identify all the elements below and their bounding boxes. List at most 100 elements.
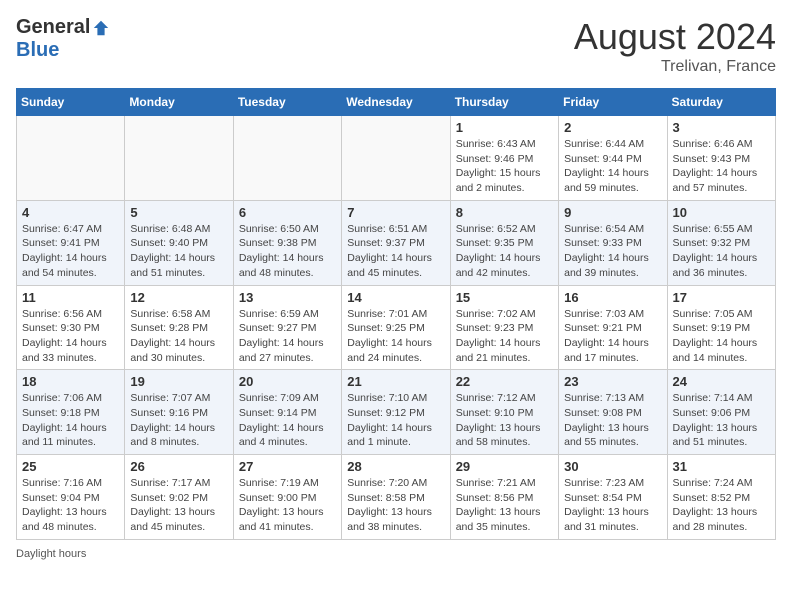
calendar-day-cell: 21 Sunrise: 7:10 AMSunset: 9:12 PMDayligh… bbox=[342, 370, 450, 455]
calendar-day-header: Saturday bbox=[667, 89, 775, 116]
calendar-day-cell: 29Sunrise: 7:21 AMSunset: 8:56 PMDayligh… bbox=[450, 455, 558, 540]
day-number: 16 bbox=[564, 290, 661, 305]
calendar-day-cell: 19Sunrise: 7:07 AMSunset: 9:16 PMDayligh… bbox=[125, 370, 233, 455]
calendar-day-cell: 22 Sunrise: 7:12 AMSunset: 9:10 PMDayligh… bbox=[450, 370, 558, 455]
day-info: Sunrise: 7:10 AMSunset: 9:12 PMDaylight:… bbox=[347, 391, 444, 450]
calendar-day-cell: 25Sunrise: 7:16 AMSunset: 9:04 PMDayligh… bbox=[17, 455, 125, 540]
day-number: 5 bbox=[130, 205, 227, 220]
day-info: Sunrise: 6:59 AMSunset: 9:27 PMDaylight:… bbox=[239, 307, 336, 366]
calendar-week-row: 18Sunrise: 7:06 AMSunset: 9:18 PMDayligh… bbox=[17, 370, 776, 455]
calendar-week-row: 25Sunrise: 7:16 AMSunset: 9:04 PMDayligh… bbox=[17, 455, 776, 540]
day-number: 15 bbox=[456, 290, 553, 305]
day-number: 20 bbox=[239, 374, 336, 389]
day-number: 1 bbox=[456, 120, 553, 135]
calendar-day-cell bbox=[17, 116, 125, 201]
day-info: Sunrise: 7:21 AMSunset: 8:56 PMDaylight:… bbox=[456, 476, 553, 535]
day-number: 11 bbox=[22, 290, 119, 305]
day-info: Sunrise: 7:14 AMSunset: 9:06 PMDaylight:… bbox=[673, 391, 770, 450]
day-info: Sunrise: 7:13 AMSunset: 9:08 PMDaylight:… bbox=[564, 391, 661, 450]
day-info: Sunrise: 7:01 AMSunset: 9:25 PMDaylight:… bbox=[347, 307, 444, 366]
day-number: 27 bbox=[239, 459, 336, 474]
calendar-day-cell: 10Sunrise: 6:55 AMSunset: 9:32 PMDayligh… bbox=[667, 200, 775, 285]
day-number: 21 bbox=[347, 374, 444, 389]
day-number: 26 bbox=[130, 459, 227, 474]
day-number: 18 bbox=[22, 374, 119, 389]
day-number: 8 bbox=[456, 205, 553, 220]
day-number: 14 bbox=[347, 290, 444, 305]
calendar-day-header: Wednesday bbox=[342, 89, 450, 116]
day-info: Sunrise: 7:17 AMSunset: 9:02 PMDaylight:… bbox=[130, 476, 227, 535]
day-info: Sunrise: 7:19 AMSunset: 9:00 PMDaylight:… bbox=[239, 476, 336, 535]
day-number: 31 bbox=[673, 459, 770, 474]
day-info: Sunrise: 6:50 AMSunset: 9:38 PMDaylight:… bbox=[239, 222, 336, 281]
day-info: Sunrise: 6:52 AMSunset: 9:35 PMDaylight:… bbox=[456, 222, 553, 281]
day-info: Sunrise: 7:16 AMSunset: 9:04 PMDaylight:… bbox=[22, 476, 119, 535]
day-info: Sunrise: 6:46 AMSunset: 9:43 PMDaylight:… bbox=[673, 137, 770, 196]
calendar-day-cell: 11 Sunrise: 6:56 AMSunset: 9:30 PMDayligh… bbox=[17, 285, 125, 370]
calendar-day-cell: 24 Sunrise: 7:14 AMSunset: 9:06 PMDayligh… bbox=[667, 370, 775, 455]
calendar-day-cell: 1 Sunrise: 6:43 AMSunset: 9:46 PMDaylight… bbox=[450, 116, 558, 201]
day-number: 28 bbox=[347, 459, 444, 474]
day-info: Sunrise: 6:56 AMSunset: 9:30 PMDaylight:… bbox=[22, 307, 119, 366]
calendar-day-header: Tuesday bbox=[233, 89, 341, 116]
calendar-day-cell: 20Sunrise: 7:09 AMSunset: 9:14 PMDayligh… bbox=[233, 370, 341, 455]
calendar-day-header: Sunday bbox=[17, 89, 125, 116]
day-number: 7 bbox=[347, 205, 444, 220]
footer-note: Daylight hours bbox=[16, 548, 776, 560]
calendar-day-cell: 6Sunrise: 6:50 AMSunset: 9:38 PMDaylight… bbox=[233, 200, 341, 285]
calendar-table: SundayMondayTuesdayWednesdayThursdayFrid… bbox=[16, 88, 776, 540]
day-info: Sunrise: 7:05 AMSunset: 9:19 PMDaylight:… bbox=[673, 307, 770, 366]
calendar-day-cell: 8 Sunrise: 6:52 AMSunset: 9:35 PMDaylight… bbox=[450, 200, 558, 285]
day-number: 22 bbox=[456, 374, 553, 389]
logo-general-text: General bbox=[16, 16, 90, 39]
calendar-day-cell: 3Sunrise: 6:46 AMSunset: 9:43 PMDaylight… bbox=[667, 116, 775, 201]
calendar-day-cell: 31 Sunrise: 7:24 AMSunset: 8:52 PMDayligh… bbox=[667, 455, 775, 540]
calendar-day-cell: 23 Sunrise: 7:13 AMSunset: 9:08 PMDayligh… bbox=[559, 370, 667, 455]
calendar-day-cell: 4 Sunrise: 6:47 AMSunset: 9:41 PMDaylight… bbox=[17, 200, 125, 285]
calendar-day-cell: 28 Sunrise: 7:20 AMSunset: 8:58 PMDayligh… bbox=[342, 455, 450, 540]
day-info: Sunrise: 6:47 AMSunset: 9:41 PMDaylight:… bbox=[22, 222, 119, 281]
day-info: Sunrise: 7:24 AMSunset: 8:52 PMDaylight:… bbox=[673, 476, 770, 535]
calendar-day-header: Thursday bbox=[450, 89, 558, 116]
logo: General Blue bbox=[16, 16, 110, 62]
logo-blue-text: Blue bbox=[16, 39, 59, 62]
calendar-day-cell: 7Sunrise: 6:51 AMSunset: 9:37 PMDaylight… bbox=[342, 200, 450, 285]
day-number: 19 bbox=[130, 374, 227, 389]
calendar-day-cell bbox=[233, 116, 341, 201]
calendar-day-cell: 17 Sunrise: 7:05 AMSunset: 9:19 PMDayligh… bbox=[667, 285, 775, 370]
day-number: 4 bbox=[22, 205, 119, 220]
day-info: Sunrise: 7:03 AMSunset: 9:21 PMDaylight:… bbox=[564, 307, 661, 366]
month-location: August 2024 Trelivan, France bbox=[574, 16, 776, 76]
day-info: Sunrise: 6:43 AMSunset: 9:46 PMDaylight:… bbox=[456, 137, 553, 196]
calendar-day-cell: 30Sunrise: 7:23 AMSunset: 8:54 PMDayligh… bbox=[559, 455, 667, 540]
calendar-week-row: 1 Sunrise: 6:43 AMSunset: 9:46 PMDaylight… bbox=[17, 116, 776, 201]
calendar-week-row: 11 Sunrise: 6:56 AMSunset: 9:30 PMDayligh… bbox=[17, 285, 776, 370]
calendar-day-cell: 14 Sunrise: 7:01 AMSunset: 9:25 PMDayligh… bbox=[342, 285, 450, 370]
calendar-header-row: SundayMondayTuesdayWednesdayThursdayFrid… bbox=[17, 89, 776, 116]
calendar-day-cell: 5 Sunrise: 6:48 AMSunset: 9:40 PMDaylight… bbox=[125, 200, 233, 285]
day-number: 10 bbox=[673, 205, 770, 220]
day-info: Sunrise: 7:02 AMSunset: 9:23 PMDaylight:… bbox=[456, 307, 553, 366]
day-info: Sunrise: 7:20 AMSunset: 8:58 PMDaylight:… bbox=[347, 476, 444, 535]
calendar-day-cell: 15 Sunrise: 7:02 AMSunset: 9:23 PMDayligh… bbox=[450, 285, 558, 370]
calendar-day-cell: 26 Sunrise: 7:17 AMSunset: 9:02 PMDayligh… bbox=[125, 455, 233, 540]
calendar-day-header: Friday bbox=[559, 89, 667, 116]
day-number: 23 bbox=[564, 374, 661, 389]
calendar-week-row: 4 Sunrise: 6:47 AMSunset: 9:41 PMDaylight… bbox=[17, 200, 776, 285]
day-number: 24 bbox=[673, 374, 770, 389]
day-number: 9 bbox=[564, 205, 661, 220]
day-number: 2 bbox=[564, 120, 661, 135]
calendar-day-cell bbox=[125, 116, 233, 201]
calendar-day-cell: 2Sunrise: 6:44 AMSunset: 9:44 PMDaylight… bbox=[559, 116, 667, 201]
calendar-day-cell: 9Sunrise: 6:54 AMSunset: 9:33 PMDaylight… bbox=[559, 200, 667, 285]
day-number: 17 bbox=[673, 290, 770, 305]
month-title: August 2024 bbox=[574, 16, 776, 58]
page-header: General Blue August 2024 Trelivan, Franc… bbox=[16, 16, 776, 76]
day-info: Sunrise: 7:12 AMSunset: 9:10 PMDaylight:… bbox=[456, 391, 553, 450]
day-info: Sunrise: 6:48 AMSunset: 9:40 PMDaylight:… bbox=[130, 222, 227, 281]
day-number: 12 bbox=[130, 290, 227, 305]
calendar-day-cell bbox=[342, 116, 450, 201]
calendar-day-cell: 16 Sunrise: 7:03 AMSunset: 9:21 PMDayligh… bbox=[559, 285, 667, 370]
calendar-day-cell: 12Sunrise: 6:58 AMSunset: 9:28 PMDayligh… bbox=[125, 285, 233, 370]
logo-icon bbox=[92, 19, 110, 37]
